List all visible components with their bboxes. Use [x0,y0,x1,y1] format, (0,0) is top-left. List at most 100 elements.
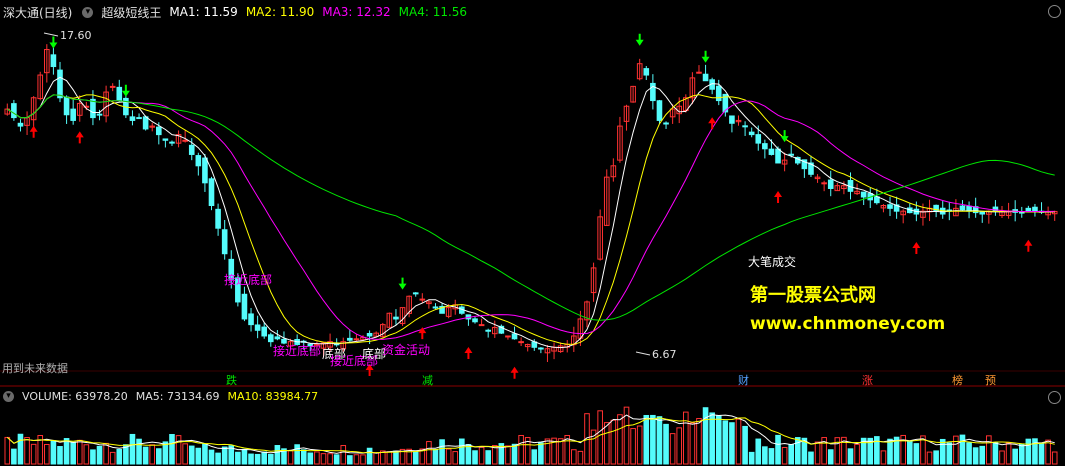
volume-bar [76,439,83,465]
volume-bar [531,449,538,465]
volume-bar [650,414,656,465]
volume-dropdown-icon[interactable]: ▾ [3,390,14,402]
volume-bar [880,450,887,465]
candle-body [485,329,491,332]
volume-bar [748,451,755,465]
volume-bar [386,451,393,465]
candle-body [702,73,709,82]
volume-expand-icon[interactable] [1048,391,1061,404]
volume-bar [241,448,248,465]
volume-bar [518,434,524,465]
candle-body [96,113,103,116]
sell-arrow-icon [635,33,644,46]
volume-bar [953,435,959,465]
candle-body [412,292,419,295]
fund-activity-label: 资金活动 [382,343,431,357]
volume-bar [762,446,768,465]
volume-bar [116,448,123,465]
sell-arrow-icon [49,36,58,49]
volume-bar [307,452,314,465]
volume-bar [347,455,353,465]
volume-bar [571,449,577,465]
candle-body [142,116,149,130]
candle-body [762,143,768,150]
volume-bar [827,449,834,465]
marker-bang: 榜 [952,374,963,387]
marker-yu: 预 [985,374,996,387]
volume-bar [4,436,11,465]
ma1-line [7,76,1055,349]
volume-bar [814,441,821,465]
volume-bar [478,446,485,465]
volume-bar [722,420,729,465]
volume-bar [83,444,90,465]
volume-bar [702,407,709,465]
volume-bar [887,438,893,465]
volume-bar [57,446,63,465]
candle-body [419,298,426,301]
candle-body [129,116,136,121]
volume-bar [129,433,136,465]
volume-bar [412,451,419,465]
volume-bar [327,453,333,465]
candle-body [821,182,827,185]
volume-bar [1045,439,1051,465]
volume-bar [636,425,643,465]
volume-bar [933,450,939,465]
volume-bar [202,443,208,465]
volume-value: VOLUME: 63978.20 [22,389,128,403]
ma3-value: MA3: 12.32 [322,5,391,19]
candle-body [874,196,880,204]
candle-body [393,316,399,320]
volume-bar [11,448,17,465]
volume-bar [979,445,986,465]
low-price-leader [635,351,651,356]
candle-body [959,205,966,211]
volume-bar [775,434,781,465]
volume-bar [735,418,742,465]
volume-bar [683,411,689,465]
indicator-dropdown-icon[interactable]: ▾ [82,6,94,18]
volume-bar [314,451,320,465]
high-price-label: 17.60 [60,29,92,42]
volume-bar [445,448,452,465]
volume-bar [1005,442,1012,465]
candle-body [188,144,195,155]
sell-arrow-icon [121,84,130,97]
expand-icon[interactable] [1048,5,1061,18]
volume-bar [287,450,294,465]
future-data-label: 用到未来数据 [2,362,68,375]
buy-arrow-icon [1024,239,1033,252]
volume-bar [505,445,511,465]
candle-body [11,103,17,119]
volume-bar [235,451,241,465]
volume-bar [465,444,472,465]
volume-bar [215,452,221,465]
candle-body [63,96,70,116]
candle-body [57,69,63,99]
volume-bar [1025,438,1032,465]
volume-bar [320,453,327,465]
volume-bar [1038,442,1045,465]
volume-bar [689,422,696,465]
volume-bar [663,423,669,465]
volume-bar [939,438,946,465]
volume-bar [906,440,913,465]
volume-bar [169,434,175,465]
volume-bar [742,425,748,465]
volume-bar [452,451,459,465]
candle-body [755,134,762,144]
candle-body [274,336,281,340]
volume-bar [426,441,432,465]
volume-bar [254,453,261,465]
candle-body [136,117,142,120]
candle-body [663,122,669,125]
stock-title[interactable]: 深大通(日线) [3,4,72,21]
candle-body [748,131,755,136]
volume-bar [472,450,478,465]
volume-bar [294,444,300,465]
low-price-label: 6.67 [652,348,677,361]
volume-bar [248,453,254,465]
indicator-name[interactable]: 超级短线王 [101,4,161,21]
buy-arrow-icon [29,125,38,138]
